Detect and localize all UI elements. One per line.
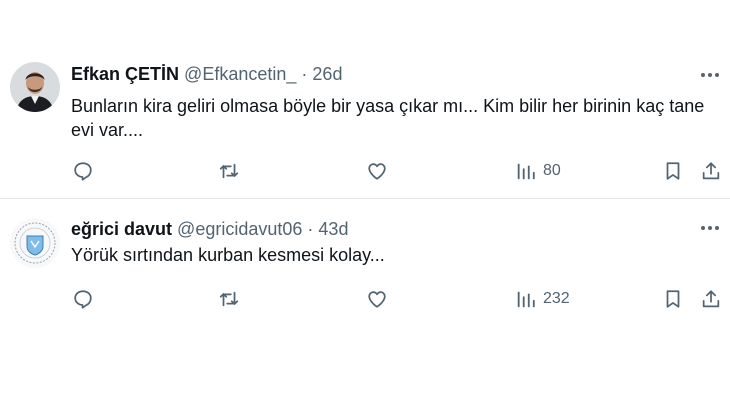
views-button[interactable]: 232: [515, 286, 570, 312]
separator-dot: ·: [301, 64, 308, 84]
bookmark-icon: [666, 162, 680, 180]
author-name[interactable]: Efkan ÇETİN: [71, 64, 179, 84]
views-count: 232: [543, 290, 570, 307]
avatar[interactable]: [10, 218, 60, 268]
tweet-actions: 80: [0, 158, 730, 184]
tweet-text: Bunların kira geliri olmasa böyle bir ya…: [71, 96, 705, 140]
emblem-logo-avatar-icon: [10, 218, 60, 268]
tweet-divider: [0, 198, 730, 199]
retweet-button[interactable]: [218, 158, 240, 184]
retweet-button[interactable]: [218, 286, 240, 312]
tweet[interactable]: eğrici davut @egricidavut06 · 43d Yörük …: [0, 200, 730, 330]
more-options-button[interactable]: [698, 65, 722, 85]
bookmark-button[interactable]: [662, 158, 684, 184]
tweet-header: eğrici davut @egricidavut06 · 43d: [71, 218, 348, 240]
tweet-text: Yörük sırtından kurban kesmesi kolay...: [71, 245, 385, 265]
bar-chart-icon: [517, 163, 535, 180]
retweet-icon: [219, 291, 239, 307]
tweet-actions: 232: [0, 286, 730, 312]
share-upload-icon: [702, 290, 720, 308]
share-button[interactable]: [700, 158, 722, 184]
bookmark-icon: [666, 290, 680, 308]
tweet-age[interactable]: 43d: [318, 219, 348, 239]
author-name[interactable]: eğrici davut: [71, 219, 172, 239]
more-dots-icon: [701, 73, 719, 77]
more-dots-icon: [701, 226, 719, 230]
heart-icon: [368, 163, 386, 180]
person-photo-avatar-icon: [10, 62, 60, 112]
reply-button[interactable]: [72, 286, 94, 312]
separator-dot: ·: [307, 219, 314, 239]
heart-icon: [368, 291, 386, 308]
like-button[interactable]: [366, 158, 388, 184]
speech-bubble-icon: [74, 162, 92, 181]
reply-button[interactable]: [72, 158, 94, 184]
more-options-button[interactable]: [698, 218, 722, 238]
tweet[interactable]: Efkan ÇETİN @Efkancetin_ · 26d Bunların …: [0, 52, 730, 198]
avatar[interactable]: [10, 62, 60, 112]
bar-chart-icon: [517, 291, 535, 308]
author-handle[interactable]: @egricidavut06: [177, 219, 302, 239]
tweet-age[interactable]: 26d: [312, 64, 342, 84]
author-handle[interactable]: @Efkancetin_: [184, 64, 296, 84]
speech-bubble-icon: [74, 290, 92, 309]
retweet-icon: [219, 163, 239, 179]
share-upload-icon: [702, 162, 720, 180]
tweet-header: Efkan ÇETİN @Efkancetin_ · 26d: [71, 63, 342, 85]
views-count: 80: [543, 162, 561, 179]
views-button[interactable]: 80: [515, 158, 561, 184]
share-button[interactable]: [700, 286, 722, 312]
like-button[interactable]: [366, 286, 388, 312]
bookmark-button[interactable]: [662, 286, 684, 312]
